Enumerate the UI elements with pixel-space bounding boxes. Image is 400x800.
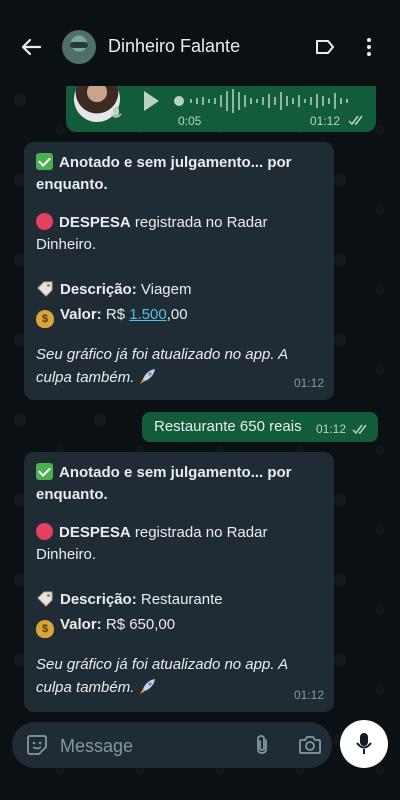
message-time: 01:12 <box>293 376 324 390</box>
camera-icon[interactable] <box>298 735 322 755</box>
message-text: Restaurante 650 reais <box>154 418 302 435</box>
sticker-icon[interactable] <box>26 734 48 756</box>
tag-icon <box>37 281 53 297</box>
description-line: Descrição: Viagem <box>36 279 326 301</box>
contact-name[interactable]: Dinheiro Falante <box>108 36 240 57</box>
rocket-icon <box>140 369 156 384</box>
chat-screen: Dinheiro Falante 0:05 01:12 Anotado e se… <box>0 0 400 800</box>
message-title: Anotado e sem julgamento... por enquanto… <box>36 463 292 503</box>
check-mark-icon <box>36 153 53 170</box>
chat-header: Dinheiro Falante <box>0 0 400 86</box>
message-time: 01:12 <box>310 114 341 128</box>
value-line: $ Valor: R$ 1.500,00 <box>36 304 326 328</box>
paperclip-icon[interactable] <box>252 734 272 756</box>
incoming-message[interactable]: Anotado e sem julgamento... por enquanto… <box>24 452 334 712</box>
description-line: Descrição: Restaurante <box>36 589 326 611</box>
voice-record-button[interactable] <box>340 720 388 768</box>
rocket-icon <box>140 679 156 694</box>
label-icon[interactable] <box>314 38 336 56</box>
message-composer <box>12 722 332 768</box>
message-time: 01:12 <box>316 422 347 436</box>
audio-waveform[interactable] <box>174 88 364 114</box>
tag-icon <box>37 591 53 607</box>
red-circle-icon <box>36 523 53 540</box>
contact-avatar[interactable] <box>62 30 96 64</box>
message-note: Seu gráfico já foi atualizado no app. A … <box>36 656 288 696</box>
message-time: 01:12 <box>293 688 324 702</box>
money-bag-icon: $ <box>36 310 54 328</box>
more-options-icon[interactable] <box>360 36 378 58</box>
outgoing-message[interactable]: Restaurante 650 reais 01:12 <box>142 412 378 442</box>
back-arrow-icon[interactable] <box>20 36 42 58</box>
expense-line: DESPESA registrada no Radar Dinheiro. <box>36 523 268 563</box>
check-mark-icon <box>36 463 53 480</box>
microphone-icon <box>356 733 372 754</box>
message-title: Anotado e sem julgamento... por enquanto… <box>36 153 292 193</box>
expense-line: DESPESA registrada no Radar Dinheiro. <box>36 213 268 253</box>
message-input[interactable] <box>58 730 242 762</box>
value-line: $ Valor: R$ 650,00 <box>36 614 326 638</box>
audio-duration: 0:05 <box>178 114 202 128</box>
mic-icon <box>110 107 122 118</box>
read-receipt-icon <box>352 424 367 435</box>
message-note: Seu gráfico já foi atualizado no app. A … <box>36 346 288 386</box>
incoming-message[interactable]: Anotado e sem julgamento... por enquanto… <box>24 142 334 400</box>
read-receipt-icon <box>348 115 363 126</box>
money-bag-icon: $ <box>36 620 54 638</box>
amount-link[interactable]: 1.500 <box>129 306 167 323</box>
play-icon[interactable] <box>142 90 160 112</box>
red-circle-icon <box>36 213 53 230</box>
